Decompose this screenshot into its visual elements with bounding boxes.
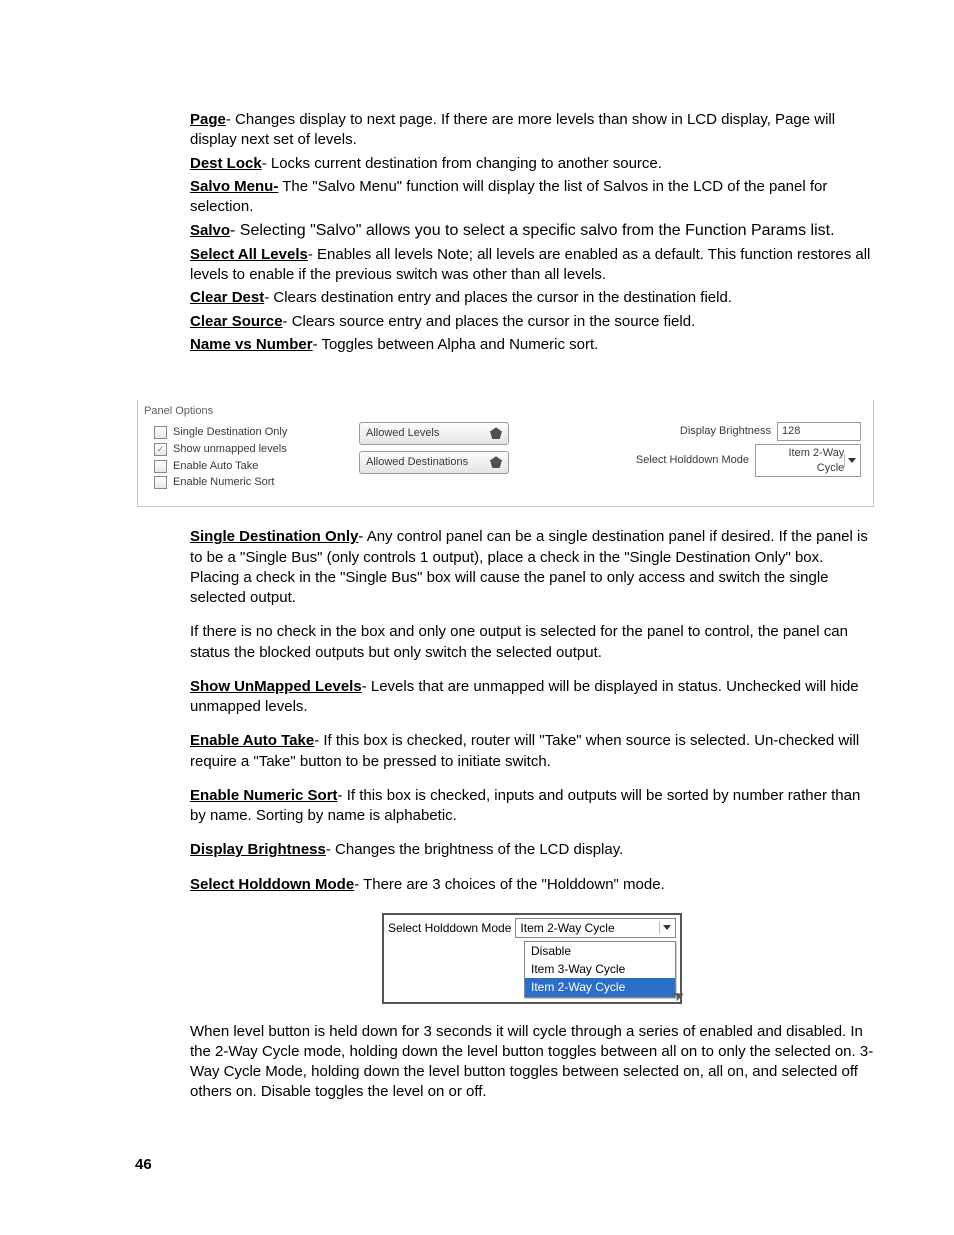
hd-select[interactable]: Item 2-Way Cycle bbox=[515, 918, 676, 938]
panel-checkbox-column: Single Destination Only ✓Show unmapped l… bbox=[138, 421, 359, 492]
desc-ens: Enable Numeric Sort- If this box is chec… bbox=[190, 786, 874, 827]
chevron-down-icon bbox=[844, 454, 858, 467]
hd-option-2way[interactable]: Item 2-Way Cycle bbox=[525, 978, 675, 996]
desc-sdo: Single Destination Only- Any control pan… bbox=[190, 527, 874, 608]
def-page: Page- Changes display to next page. If t… bbox=[190, 110, 874, 151]
final-paragraph: When level button is held down for 3 sec… bbox=[190, 1022, 874, 1103]
checkbox-icon bbox=[154, 476, 167, 489]
hd-option-3way[interactable]: Item 3-Way Cycle bbox=[525, 960, 675, 978]
desc-shm: Select Holddown Mode- There are 3 choice… bbox=[190, 875, 874, 895]
def-namevsnum: Name vs Number- Toggles between Alpha an… bbox=[190, 335, 874, 355]
allowed-levels-button[interactable]: Allowed Levels bbox=[359, 422, 509, 445]
page-number: 46 bbox=[135, 1155, 152, 1175]
def-clearsource: Clear Source- Clears source entry and pl… bbox=[190, 312, 874, 332]
chevron-down-icon bbox=[659, 921, 673, 934]
allowed-destinations-button[interactable]: Allowed Destinations bbox=[359, 451, 509, 474]
holddown-select[interactable]: Item 2-Way Cycle bbox=[755, 444, 861, 478]
holddown-label: Select Holddown Mode bbox=[636, 453, 749, 468]
checkbox-numeric-sort[interactable]: Enable Numeric Sort bbox=[154, 475, 359, 490]
panel-button-column: Allowed Levels Allowed Destinations bbox=[359, 421, 589, 480]
brightness-input[interactable]: 128 bbox=[777, 422, 861, 441]
def-selectall: Select All Levels- Enables all levels No… bbox=[190, 245, 874, 286]
edit-icon bbox=[490, 427, 502, 439]
desc-sul: Show UnMapped Levels- Levels that are un… bbox=[190, 677, 874, 718]
def-destlock: Dest Lock- Locks current destination fro… bbox=[190, 154, 874, 174]
panel-right-column: Display Brightness 128 Select Holddown M… bbox=[589, 421, 873, 481]
holddown-dropdown-figure: Select Holddown Mode Item 2-Way Cycle Di… bbox=[382, 913, 682, 1004]
checkbox-auto-take[interactable]: Enable Auto Take bbox=[154, 459, 359, 474]
hd-option-disable[interactable]: Disable bbox=[525, 942, 675, 960]
edit-icon bbox=[490, 456, 502, 468]
checkbox-icon bbox=[154, 460, 167, 473]
checkbox-icon: ✓ bbox=[154, 443, 167, 456]
hd-label: Select Holddown Mode bbox=[388, 920, 511, 936]
desc-eat: Enable Auto Take- If this box is checked… bbox=[190, 731, 874, 772]
checkbox-single-destination[interactable]: Single Destination Only bbox=[154, 425, 359, 440]
brightness-label: Display Brightness bbox=[680, 424, 771, 439]
panel-options-title: Panel Options bbox=[138, 400, 873, 421]
checkbox-show-unmapped[interactable]: ✓Show unmapped levels bbox=[154, 442, 359, 457]
def-cleardest: Clear Dest- Clears destination entry and… bbox=[190, 288, 874, 308]
def-salvomenu: Salvo Menu- The "Salvo Menu" function wi… bbox=[190, 177, 874, 218]
panel-options-figure: Panel Options Single Destination Only ✓S… bbox=[137, 400, 874, 507]
text-page: - Changes display to next page. If there… bbox=[190, 111, 835, 148]
term-page: Page bbox=[190, 111, 226, 128]
desc-db: Display Brightness- Changes the brightne… bbox=[190, 840, 874, 860]
hd-options-list: Disable Item 3-Way Cycle Item 2-Way Cycl… bbox=[524, 941, 676, 998]
checkbox-icon bbox=[154, 426, 167, 439]
def-salvo: Salvo- Selecting "Salvo" allows you to s… bbox=[190, 220, 874, 242]
desc-sdo-extra: If there is no check in the box and only… bbox=[190, 622, 874, 663]
cursor-icon: ➤ bbox=[670, 984, 687, 1006]
